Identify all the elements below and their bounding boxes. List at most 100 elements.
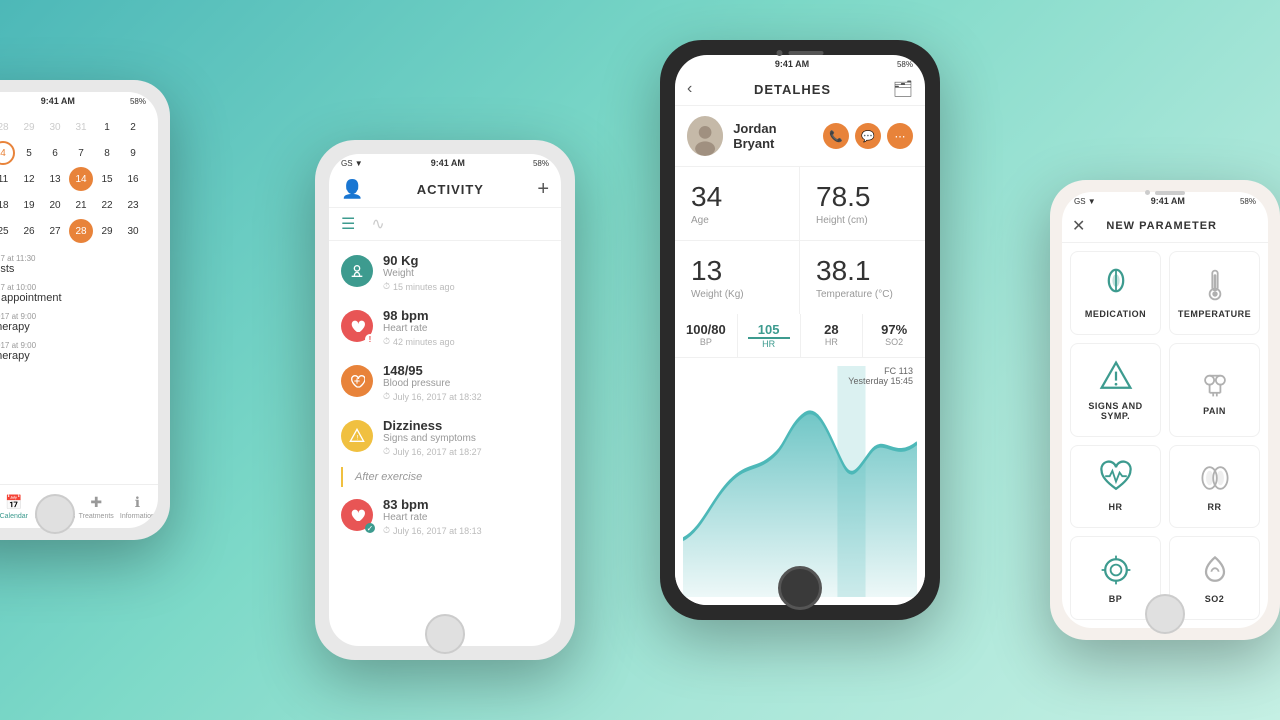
medication-label: MEDICATION [1085, 309, 1146, 319]
patient-action-message[interactable]: 💬 [855, 123, 881, 149]
phone4-home-button[interactable] [1145, 594, 1185, 634]
nav-treatments[interactable]: ✚ Treatments [76, 494, 117, 520]
vital-bp[interactable]: 100/80 BP [675, 314, 738, 357]
cal-day-29[interactable]: 29 [95, 219, 119, 243]
calendar-event-2: April 5, 2017 at 10:00 Medical appointme… [0, 283, 150, 304]
chart-highlight [837, 366, 865, 597]
param-temperature[interactable]: TEMPERATURE [1169, 251, 1260, 335]
calendar-week3: 17 18 19 20 21 22 23 [0, 192, 150, 218]
temperature-label: TEMPERATURE [1178, 309, 1251, 319]
cal-day-23[interactable]: 23 [121, 193, 145, 217]
temperature-icon [1197, 267, 1233, 303]
phone1-home-button[interactable] [35, 494, 75, 534]
calendar-bottom-nav: ≡ Today 📅 Calendar 📋 Prescriptions ✚ Tre… [0, 484, 158, 528]
cal-prev-31: 31 [69, 115, 93, 139]
pain-label: PAIN [1203, 406, 1226, 416]
cal-day-6[interactable]: 6 [43, 141, 67, 165]
rr-icon [1197, 460, 1233, 496]
cal-day-5[interactable]: 5 [17, 141, 41, 165]
cal-day-20[interactable]: 20 [43, 193, 67, 217]
nav-treatments-icon: ✚ [90, 494, 102, 511]
vital-rr[interactable]: 28 HR [801, 314, 864, 357]
phone-calendar: GS ▼ 9:41 AM 58% 28 29 30 31 1 2 3 4 [0, 80, 170, 540]
calendar-event-4: April 28, 2017 at 9:00 Physiotherapy [0, 341, 150, 362]
param-signs[interactable]: SIGNS AND SYMP. [1070, 343, 1161, 437]
fc-time: Yesterday 15:45 [848, 376, 913, 386]
hr2-label: Heart rate [383, 512, 549, 523]
cal-day-4[interactable]: 4 [0, 141, 15, 165]
details-menu-button[interactable]: 🗂 [893, 79, 913, 99]
stat-weight: 13 Weight (Kg) [675, 241, 800, 314]
calendar-events: April 3, 2017 at 11:30 Blood tests April… [0, 248, 158, 376]
cal-day-19[interactable]: 19 [17, 193, 41, 217]
hr1-time: ⏱ 42 minutes ago [383, 336, 549, 347]
so2-icon [1197, 552, 1233, 588]
stat-temp-value: 38.1 [816, 255, 909, 287]
param-rr[interactable]: RR [1169, 445, 1260, 529]
activity-tabs: ☰ ∿ [329, 208, 561, 241]
cal-day-26[interactable]: 26 [17, 219, 41, 243]
activity-title: ACTIVITY [417, 182, 484, 197]
cal-day-11[interactable]: 11 [0, 167, 15, 191]
vital-so2[interactable]: 97% SO2 [863, 314, 925, 357]
cal-day-8[interactable]: 8 [95, 141, 119, 165]
vital-hr[interactable]: 105 HR [738, 314, 801, 357]
nav-information-icon: ℹ [135, 494, 140, 511]
vital-bp-value: 100/80 [685, 322, 727, 337]
weight-time: ⏱ 15 minutes ago [383, 281, 549, 292]
param-pain[interactable]: PAIN [1169, 343, 1260, 437]
phone-details: 9:41 AM 58% ‹ DETALHES 🗂 Jordan Bryant [660, 40, 940, 620]
cal-day-21[interactable]: 21 [69, 193, 93, 217]
bp-icon [1098, 552, 1134, 588]
calendar-event-1: April 3, 2017 at 11:30 Blood tests [0, 254, 150, 275]
cal-day-2[interactable]: 2 [121, 115, 145, 139]
param-hr[interactable]: HR [1070, 445, 1161, 529]
activity-add-icon[interactable]: + [537, 178, 549, 201]
cal-day-22[interactable]: 22 [95, 193, 119, 217]
fc-label: FC 113 [884, 366, 913, 376]
cal-day-16[interactable]: 16 [121, 167, 145, 191]
hr2-value: 83 bpm [383, 497, 549, 512]
stats-grid: 34 Age 78.5 Height (cm) 13 Weight (Kg) 3… [675, 167, 925, 314]
activity-back-icon[interactable]: 👤 [341, 179, 363, 200]
details-title: DETALHES [692, 82, 892, 97]
hr1-icon: ! [341, 310, 373, 342]
cal-day-7[interactable]: 7 [69, 141, 93, 165]
dizziness-time: ⏱ July 16, 2017 at 18:27 [383, 446, 549, 457]
stat-age: 34 Age [675, 167, 800, 241]
cal-day-25[interactable]: 25 [0, 219, 15, 243]
cal-day-14-highlighted[interactable]: 14 [69, 167, 93, 191]
cal-day-27[interactable]: 27 [43, 219, 67, 243]
param-medication[interactable]: MEDICATION [1070, 251, 1161, 335]
cal-day-28-highlighted[interactable]: 28 [69, 219, 93, 243]
activity-header: 👤 ACTIVITY + [329, 172, 561, 208]
cal-day-9[interactable]: 9 [121, 141, 145, 165]
bp-content: 148/95 Blood pressure ⏱ July 16, 2017 at… [383, 363, 549, 402]
cal-day-13[interactable]: 13 [43, 167, 67, 191]
activity-tab-chart[interactable]: ∿ [371, 214, 384, 234]
nav-information[interactable]: ℹ Information [117, 494, 158, 520]
newparam-close-button[interactable]: ✕ [1072, 216, 1085, 236]
phone4-camera [1145, 190, 1150, 195]
nav-calendar[interactable]: 📅 Calendar [0, 494, 34, 520]
cal-day-1[interactable]: 1 [95, 115, 119, 139]
stat-weight-value: 13 [691, 255, 783, 287]
patient-action-more[interactable]: ⋯ [887, 123, 913, 149]
phone2-home-button[interactable] [425, 614, 465, 654]
calendar-screen: GS ▼ 9:41 AM 58% 28 29 30 31 1 2 3 4 [0, 92, 158, 528]
chart-svg [683, 366, 917, 597]
activity-tab-list[interactable]: ☰ [341, 214, 355, 234]
calendar-grid-header: 28 29 30 31 1 2 [0, 114, 150, 140]
cal-day-18[interactable]: 18 [0, 193, 15, 217]
stat-age-value: 34 [691, 181, 783, 213]
vital-so2-value: 97% [873, 322, 915, 337]
patient-actions: 📞 💬 ⋯ [823, 123, 913, 149]
cal-day-15[interactable]: 15 [95, 167, 119, 191]
phone-activity: GS ▼ 9:41 AM 58% 👤 ACTIVITY + ☰ ∿ [315, 140, 575, 660]
phone3-camera [777, 50, 783, 56]
cal-day-30[interactable]: 30 [121, 219, 145, 243]
cal-day-12[interactable]: 12 [17, 167, 41, 191]
phone3-home-button[interactable] [778, 566, 822, 610]
cal-prev-29: 29 [17, 115, 41, 139]
patient-action-phone[interactable]: 📞 [823, 123, 849, 149]
